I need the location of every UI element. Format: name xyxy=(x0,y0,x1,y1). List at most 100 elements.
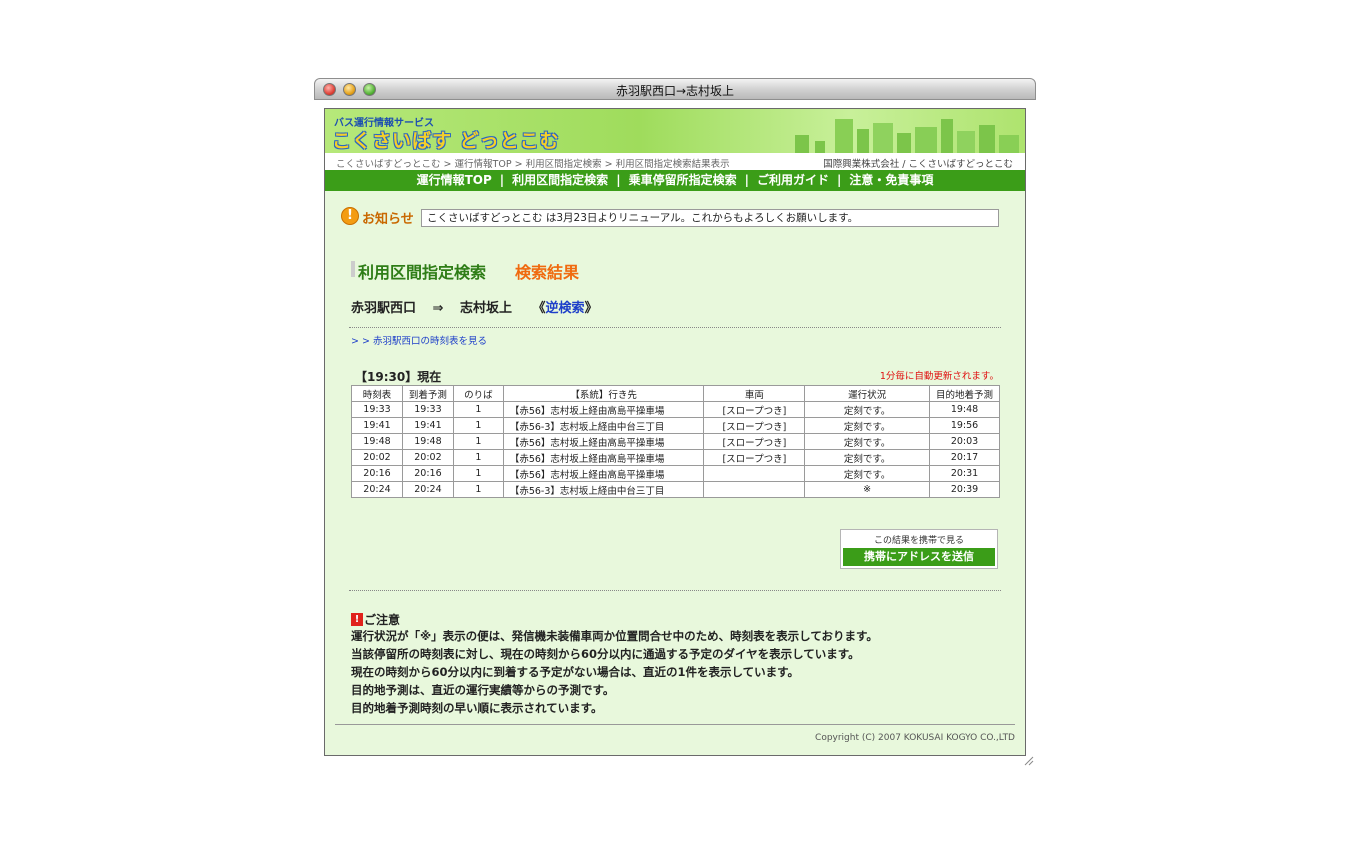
send-to-mobile-button[interactable]: 携帯にアドレスを送信 xyxy=(843,548,995,566)
cell-vehicle: [スロープつき] xyxy=(703,449,806,466)
cell-eta: 20:17 xyxy=(929,449,1000,466)
cell-eta: 19:56 xyxy=(929,417,1000,434)
auto-update-note: 1分毎に自動更新されます。 xyxy=(879,371,999,382)
mobile-panel: この結果を携帯で見る 携帯にアドレスを送信 xyxy=(840,529,998,569)
breadcrumb-current: 利用区間指定検索結果表示 xyxy=(615,159,730,170)
nav-item-top[interactable]: 運行情報TOP xyxy=(417,173,492,187)
bus-timetable: 時刻表 到着予測 のりば 【系統】行き先 車両 運行状況 目的地着予測 19:3… xyxy=(351,385,1000,498)
cell-vehicle xyxy=(703,481,806,498)
cell-forecast: 19:41 xyxy=(401,417,454,434)
caution-line: 運行状況が「※」表示の便は、発信機未装備車両か位置問合せ中のため、時刻表を表示し… xyxy=(351,629,878,643)
cell-status: 定刻です。 xyxy=(804,433,931,450)
reverse-search-link[interactable]: 逆検索 xyxy=(546,301,585,316)
caution-title: ご注意 xyxy=(364,613,401,627)
caution-notes: 運行状況が「※」表示の便は、発信機未装備車両か位置問合せ中のため、時刻表を表示し… xyxy=(351,627,878,717)
reverse-open: 《 xyxy=(532,301,546,316)
warning-icon: ! xyxy=(351,613,363,626)
current-time: 【19:30】現在 xyxy=(355,370,442,384)
cell-status: 定刻です。 xyxy=(804,465,931,482)
col-vehicle: 車両 xyxy=(703,385,806,402)
caution-line: 目的地着予測時刻の早い順に表示されています。 xyxy=(351,701,603,715)
copyright: Copyright (C) 2007 KOKUSAI KOGYO CO.,LTD xyxy=(815,733,1015,743)
nav-separator: | xyxy=(499,173,505,187)
timetable-link[interactable]: > > 赤羽駅西口の時刻表を見る xyxy=(351,333,487,347)
main-nav: 運行情報TOP | 利用区間指定検索 | 乗車停留所指定検索 | ご利用ガイド | 注意・免責事… xyxy=(325,170,1025,191)
cell-vehicle: [スロープつき] xyxy=(703,417,806,434)
cell-forecast: 20:16 xyxy=(401,465,454,482)
footer-divider xyxy=(335,724,1015,725)
table-row: 19:48 19:48 1 【赤56】志村坂上経由高島平操車場 [スロープつき]… xyxy=(351,433,1000,450)
col-arrival-forecast: 到着予測 xyxy=(401,385,454,402)
cell-time: 19:41 xyxy=(351,417,403,434)
cell-eta: 20:39 xyxy=(929,481,1000,498)
browser-window: 赤羽駅西口→志村坂上 バス運行情報サービス こくさいばす どっとこむ こくさいば… xyxy=(314,78,1036,768)
cell-vehicle xyxy=(703,465,806,482)
nav-separator: | xyxy=(837,173,842,187)
nav-item-route-search[interactable]: 利用区間指定検索 xyxy=(512,173,608,187)
cell-forecast: 20:24 xyxy=(401,481,454,498)
route-summary: 赤羽駅西口 ⇒ 志村坂上 《逆検索》 xyxy=(351,297,598,316)
info-icon: ! xyxy=(341,207,359,225)
nav-item-stop-search[interactable]: 乗車停留所指定検索 xyxy=(629,173,737,187)
cell-platform: 1 xyxy=(452,481,504,498)
divider xyxy=(349,327,1001,328)
cell-status: 定刻です。 xyxy=(804,401,931,418)
breadcrumb-company[interactable]: 国際興業株式会社 / こくさいばすどっとこむ xyxy=(823,156,1013,170)
nav-separator: | xyxy=(616,173,621,187)
table-row: 20:16 20:16 1 【赤56】志村坂上経由高島平操車場 定刻です。 20… xyxy=(351,465,1000,482)
cell-eta: 19:48 xyxy=(929,401,1000,418)
section-marker xyxy=(351,261,355,277)
cell-destination: 【赤56】志村坂上経由高島平操車場 xyxy=(502,433,705,450)
cell-platform: 1 xyxy=(452,401,504,418)
mobile-caption: この結果を携帯で見る xyxy=(873,536,964,546)
table-row: 19:41 19:41 1 【赤56-3】志村坂上経由中台三丁目 [スロープつき… xyxy=(351,417,1000,434)
cell-vehicle: [スロープつき] xyxy=(703,401,806,418)
breadcrumb-separator: > xyxy=(604,159,613,170)
nav-separator: | xyxy=(744,173,749,187)
table-header-row: 時刻表 到着予測 のりば 【系統】行き先 車両 運行状況 目的地着予測 xyxy=(351,385,1000,402)
col-destination: 【系統】行き先 xyxy=(502,385,705,402)
nav-item-disclaimer[interactable]: 注意・免責事項 xyxy=(849,173,933,187)
page-title: 利用区間指定検索 xyxy=(358,263,487,282)
route-arrow-icon: ⇒ xyxy=(432,301,444,316)
cell-forecast: 19:48 xyxy=(401,433,454,450)
window-titlebar[interactable]: 赤羽駅西口→志村坂上 xyxy=(314,78,1036,100)
cell-destination: 【赤56-3】志村坂上経由中台三丁目 xyxy=(502,481,705,498)
breadcrumb-top[interactable]: 運行情報TOP xyxy=(455,159,512,170)
route-to: 志村坂上 xyxy=(459,301,512,316)
breadcrumb-home[interactable]: こくさいばすどっとこむ xyxy=(336,159,441,170)
cell-destination: 【赤56】志村坂上経由高島平操車場 xyxy=(502,449,705,466)
caution-line: 当該停留所の時刻表に対し、現在の時刻から60分以内に通過する予定のダイヤを表示し… xyxy=(351,647,860,661)
window-title: 赤羽駅西口→志村坂上 xyxy=(615,84,735,98)
resize-grip-icon[interactable] xyxy=(1022,754,1034,766)
cell-status: ※ xyxy=(804,481,931,498)
cell-time: 20:24 xyxy=(351,481,403,498)
cell-platform: 1 xyxy=(452,465,504,482)
divider xyxy=(349,590,1001,591)
col-timetable: 時刻表 xyxy=(351,385,403,402)
col-platform: のりば xyxy=(452,385,504,402)
site-logo[interactable]: こくさいばす どっとこむ xyxy=(332,126,560,153)
cell-destination: 【赤56】志村坂上経由高島平操車場 xyxy=(502,401,705,418)
cell-platform: 1 xyxy=(452,417,504,434)
cell-time: 20:16 xyxy=(351,465,403,482)
table-row: 20:02 20:02 1 【赤56】志村坂上経由高島平操車場 [スロープつき]… xyxy=(351,449,1000,466)
nav-item-guide[interactable]: ご利用ガイド xyxy=(757,173,829,187)
cell-destination: 【赤56】志村坂上経由高島平操車場 xyxy=(502,465,705,482)
page-content: バス運行情報サービス こくさいばす どっとこむ こくさいばすどっとこむ > 運行… xyxy=(324,108,1026,756)
page-subtitle: 検索結果 xyxy=(515,263,580,282)
breadcrumb-separator: > xyxy=(443,159,452,170)
cell-time: 19:33 xyxy=(351,401,403,418)
cell-eta: 20:31 xyxy=(929,465,1000,482)
cell-status: 定刻です。 xyxy=(804,449,931,466)
breadcrumb: こくさいばすどっとこむ > 運行情報TOP > 利用区間指定検索 > 利用区間指… xyxy=(325,153,1025,170)
notice-label: お知らせ xyxy=(362,212,414,227)
cell-status: 定刻です。 xyxy=(804,417,931,434)
caution-line: 目的地予測は、直近の運行実績等からの予測です。 xyxy=(351,683,615,697)
cell-vehicle: [スロープつき] xyxy=(703,433,806,450)
col-status: 運行状況 xyxy=(804,385,931,402)
caution-line: 現在の時刻から60分以内に到着する予定がない場合は、直近の1件を表示しています。 xyxy=(351,665,800,679)
breadcrumb-separator: > xyxy=(514,159,523,170)
breadcrumb-search[interactable]: 利用区間指定検索 xyxy=(526,159,602,170)
route-from: 赤羽駅西口 xyxy=(351,301,417,316)
